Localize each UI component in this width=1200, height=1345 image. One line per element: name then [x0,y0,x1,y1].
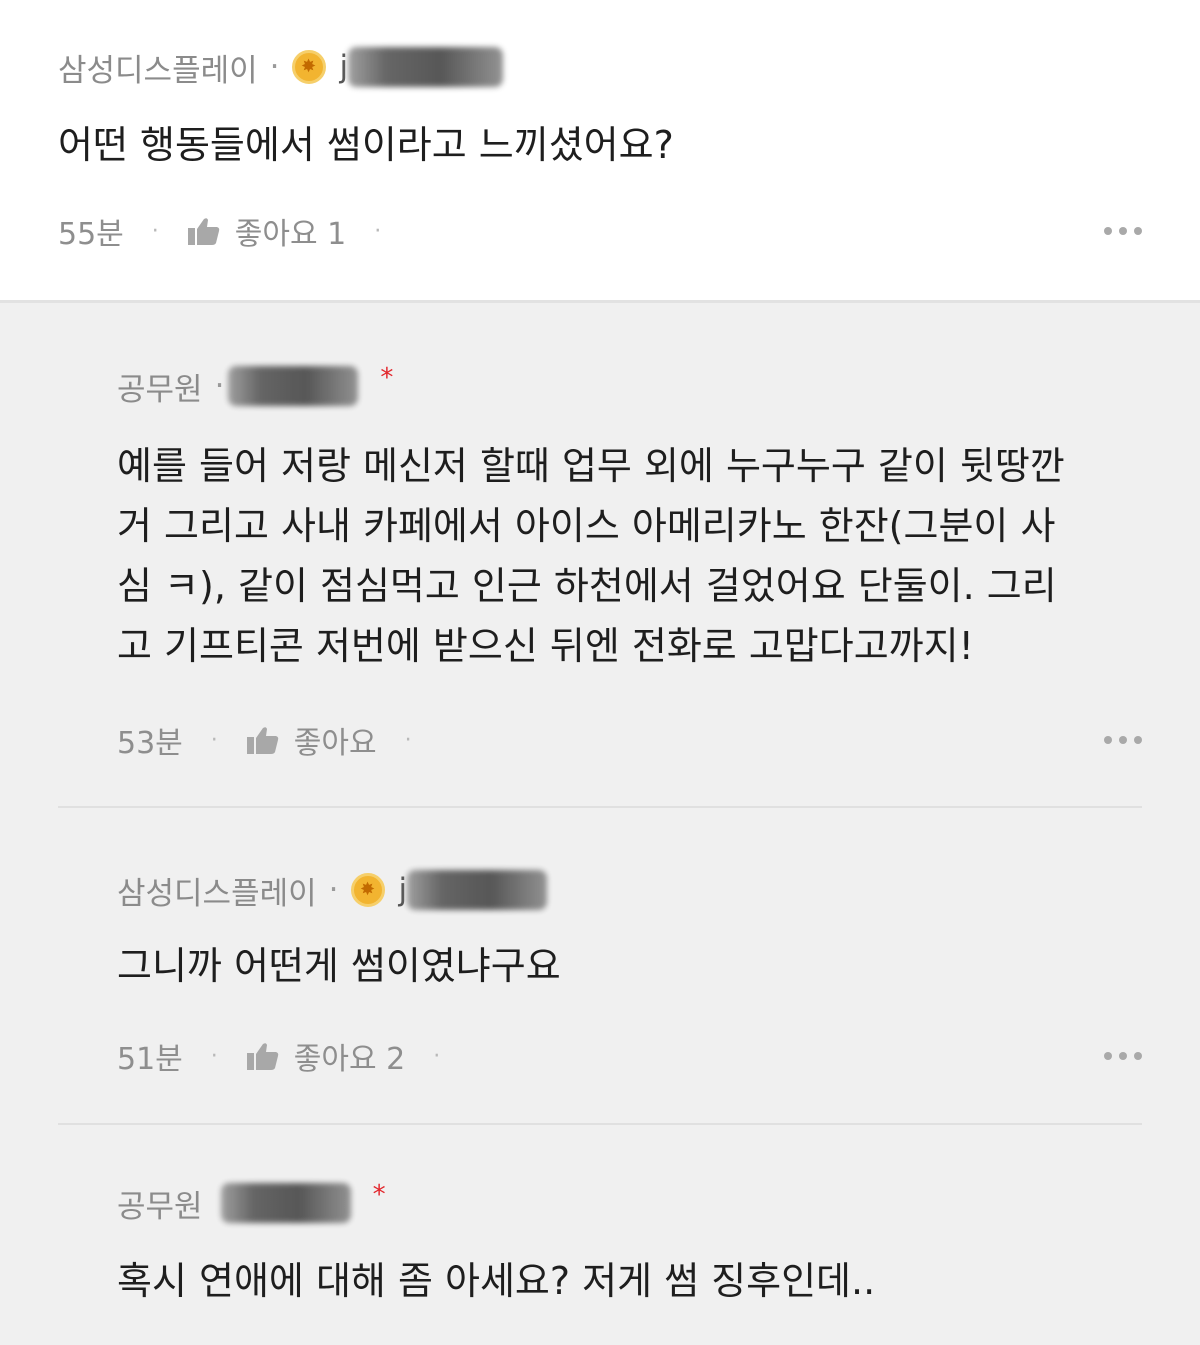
comment-footer: 53분 · 좋아요 · [117,710,1142,770]
comment-time: 53분 [117,726,183,761]
comment-footer: 55분 · 좋아요 1 · [58,201,1142,261]
like-label: 좋아요 1 [234,217,347,252]
more-dots-icon[interactable] [1104,227,1142,235]
footer-sep: · [404,727,412,753]
comment-footer: 51분 · 좋아요 2 · [117,1026,1142,1086]
blurred-username[interactable] [220,1183,351,1223]
comment-text: 혹시 연애에 대해 좀 아세요? 저게 썸 징후인데.. [117,1259,876,1303]
like-button[interactable]: 좋아요 [246,718,377,762]
footer-sep: · [210,727,218,753]
more-dots-icon[interactable] [1104,1052,1142,1060]
like-button[interactable]: 좋아요 1 [187,209,346,253]
company-name[interactable]: 삼성디스플레이 [58,45,258,90]
thumbs-up-icon [187,218,220,245]
like-label: 좋아요 [293,726,377,761]
meta-dot: · [269,49,280,85]
company-name[interactable]: 공무원 [117,1181,203,1226]
blurred-username[interactable] [228,366,359,406]
blurred-username[interactable] [407,870,548,910]
comment-time: 51분 [117,1042,183,1077]
meta-dot: · [328,872,339,908]
top-comment: 삼성디스플레이 · ✸ j 어떤 행동들에서 썸이라고 느끼셨어요? 55분 ·… [0,0,1200,300]
meta-dot: · [214,368,225,404]
comment-meta: 공무원 · * [117,356,1142,416]
comment-time: 55분 [58,217,124,252]
reply-item: 공무원 · * 예를 들어 저랑 메신저 할때 업무 외에 누구누구 같이 뒷땅… [0,303,1200,806]
footer-sep: · [210,1043,218,1069]
text-line: 예를 들어 저랑 메신저 할때 업무 외에 누구누구 같이 뒷땅깐 [117,444,1065,488]
thumbs-up-icon [246,1043,279,1070]
comment-text: 그니까 어떤게 썸이였냐구요 [117,944,561,988]
author-mark: * [380,363,394,393]
text-line: 거 그리고 사내 카페에서 아이스 아메리카노 한잔(그분이 사 [117,504,1056,548]
footer-sep: · [433,1043,441,1069]
reply-item: 삼성디스플레이 · ✸ j 그니까 어떤게 썸이였냐구요 51분 · 좋아요 2… [0,808,1200,1123]
text-line: 심 ㅋ), 같이 점심먹고 인근 하천에서 걸었어요 단둘이. 그리 [117,564,1057,608]
like-button[interactable]: 좋아요 2 [246,1034,405,1078]
username-fragment: j [339,49,349,85]
comment-text: 어떤 행동들에서 썸이라고 느끼셨어요? [58,123,674,167]
reply-list: 공무원 · * 예를 들어 저랑 메신저 할때 업무 외에 누구누구 같이 뒷땅… [0,303,1200,1345]
comment-meta: 공무원 * [117,1173,1142,1233]
footer-sep: · [374,218,382,244]
company-badge-icon: ✸ [350,873,385,907]
like-label: 좋아요 2 [293,1042,406,1077]
author-mark: * [372,1180,386,1210]
comment-meta: 삼성디스플레이 · ✸ j [58,37,1142,97]
more-dots-icon[interactable] [1104,736,1142,744]
footer-sep: · [151,218,159,244]
reply-item: 공무원 * 혹시 연애에 대해 좀 아세요? 저게 썸 징후인데.. [0,1125,1200,1311]
thumbs-up-icon [246,727,279,754]
comment-meta: 삼성디스플레이 · ✸ j [117,860,1142,920]
comment-text: 예를 들어 저랑 메신저 할때 업무 외에 누구누구 같이 뒷땅깐 거 그리고 … [117,436,1142,676]
username-fragment: j [398,872,408,908]
company-name[interactable]: 공무원 [117,364,203,409]
company-badge-icon: ✸ [291,50,326,84]
company-name[interactable]: 삼성디스플레이 [117,868,317,913]
text-line: 고 기프티콘 저번에 받으신 뒤엔 전화로 고맙다고까지! [117,624,974,668]
blurred-username[interactable] [348,47,504,87]
